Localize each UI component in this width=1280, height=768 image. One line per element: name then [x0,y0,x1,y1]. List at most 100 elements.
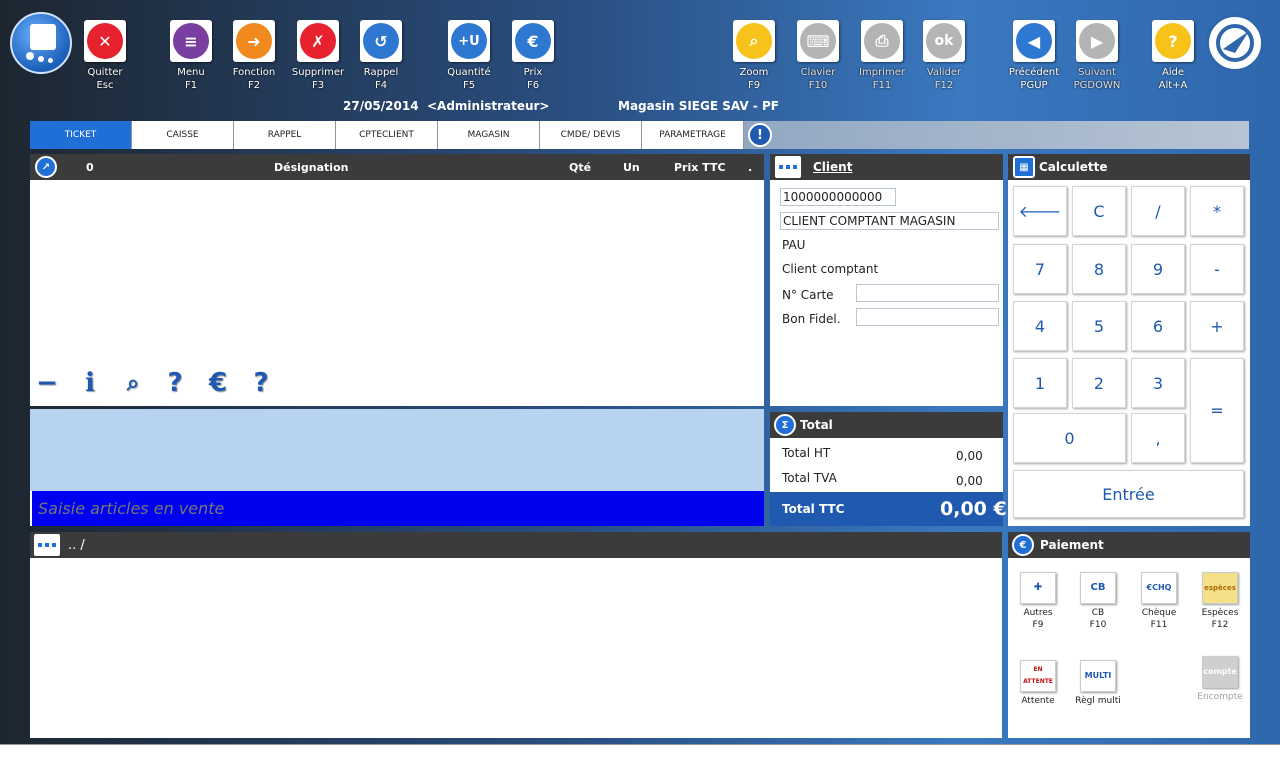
fidel-voucher-input[interactable] [856,308,999,326]
calc-clear-button[interactable]: C [1072,186,1126,236]
euro-net-icon[interactable]: € [203,368,233,398]
tab-cpteclient[interactable]: CPTECLIENT [336,121,438,149]
calc-6-button[interactable]: 6 [1131,301,1185,351]
info-icon[interactable]: ℹ [75,368,105,398]
col-dot: . [748,161,753,174]
client-name-input[interactable] [780,212,999,230]
minus-icon[interactable]: − [32,368,62,398]
alert-icon[interactable]: ! [748,123,772,147]
ticket-preview [30,409,764,491]
pay-check-button[interactable]: €CHQ Chèque F11 [1131,572,1187,631]
calc-multiply-button[interactable]: * [1190,186,1244,236]
calc-enter-button[interactable]: Entrée [1013,470,1244,518]
pay-waiting-button[interactable]: EN ATTENTE Attente [1010,660,1066,707]
menu-button[interactable]: ≡ Menu F1 [156,20,226,92]
calc-plus-button[interactable]: + [1190,301,1244,351]
calc-9-button[interactable]: 9 [1131,244,1185,294]
delete-button[interactable]: ✗ Supprimer F3 [283,20,353,92]
menu-icon: ≡ [173,23,209,59]
current-path[interactable]: .. / [68,538,85,553]
calc-7-button[interactable]: 7 [1013,244,1067,294]
account-icon: compte [1202,656,1238,688]
client-code-input[interactable] [780,188,896,206]
pay-account-button[interactable]: compte Encompte [1190,656,1250,703]
total-tva-value: 0,00 [956,474,983,488]
current-date: 27/05/2014 [343,99,419,113]
tab-rappel[interactable]: RAPPEL [234,121,336,149]
ticket-icon[interactable]: ↗ [35,156,57,178]
calc-comma-button[interactable]: , [1131,413,1185,463]
tab-ticket[interactable]: TICKET [30,121,132,149]
client-title[interactable]: Client [813,160,852,174]
quantity-button[interactable]: +U Quantité F5 [434,20,504,92]
total-ht-value: 0,00 [956,449,983,463]
calc-5-button[interactable]: 5 [1072,301,1126,351]
waiting-icon: EN ATTENTE [1020,660,1056,692]
pay-shortcut: F10 [1089,620,1107,630]
function-button[interactable]: ➜ Fonction F2 [219,20,289,92]
validate-button[interactable]: ok Valider F12 [909,20,979,92]
col-price-ttc[interactable]: Prix TTC [674,161,726,174]
calc-backspace-button[interactable]: 🡐 [1013,186,1067,236]
button-label: Fonction [232,67,276,78]
zoom-button[interactable]: ⌕ Zoom F9 [719,20,789,92]
calc-1-button[interactable]: 1 [1013,358,1067,408]
button-label: Suivant [1078,67,1116,78]
calc-0-button[interactable]: 0 [1013,413,1126,463]
recall-button[interactable]: ↺ Rappel F4 [346,20,416,92]
more-icon[interactable] [34,534,60,556]
next-button[interactable]: ▶ Suivant PGDOWN [1062,20,1132,92]
total-tva-label: Total TVA [782,471,837,485]
calc-4-button[interactable]: 4 [1013,301,1067,351]
button-label: Quantité [447,67,491,78]
card-number-input[interactable] [856,284,999,302]
help-icon[interactable]: ? [246,368,276,398]
keyboard-button[interactable]: ⌨ Clavier F10 [783,20,853,92]
calc-divide-button[interactable]: / [1131,186,1185,236]
calc-2-button[interactable]: 2 [1072,358,1126,408]
check-icon: €CHQ [1141,572,1177,604]
pay-shortcut: F11 [1150,620,1168,630]
price-button[interactable]: € Prix F6 [498,20,568,92]
col-qty[interactable]: Qté [569,161,591,174]
search-icon[interactable]: ⌕ [118,368,148,398]
tab-parametrage[interactable]: PARAMETRAGE [642,121,744,149]
tab-magasin[interactable]: MAGASIN [438,121,540,149]
total-ttc-label: Total TTC [782,502,845,516]
more-icon[interactable] [775,156,801,178]
multi-payment-icon: MULTI [1080,660,1116,692]
calculator-title: Calculette [1039,160,1108,174]
calc-3-button[interactable]: 3 [1131,358,1185,408]
button-label: Clavier [800,67,836,78]
pay-cash-button[interactable]: espèces Espèces F12 [1192,572,1248,631]
article-entry-input[interactable] [30,491,764,526]
pay-multi-button[interactable]: MULTI Règl multi [1070,660,1126,707]
pay-card-button[interactable]: CB CB F10 [1070,572,1126,631]
help-button[interactable]: ? Aide Alt+A [1138,20,1208,92]
pay-other-button[interactable]: ✚ Autres F9 [1010,572,1066,631]
pay-label: Encompte [1197,692,1243,702]
pay-label: CB [1091,608,1105,618]
button-shortcut: F3 [311,80,325,91]
calc-8-button[interactable]: 8 [1072,244,1126,294]
app-logo[interactable] [10,12,72,74]
print-button[interactable]: ⎙ Imprimer F11 [847,20,917,92]
quit-button[interactable]: ✕ Quitter Esc [70,20,140,92]
brand-logo [1206,14,1264,72]
ticket-header: ↗ 0 Désignation Qté Un Prix TTC . [30,154,764,180]
calc-equals-button[interactable]: = [1190,358,1244,463]
calc-minus-button[interactable]: - [1190,244,1244,294]
col-designation[interactable]: Désignation [274,161,348,174]
quit-icon: ✕ [87,23,123,59]
button-label: Zoom [739,67,769,78]
recall-icon: ↺ [363,23,399,59]
button-label: Aide [1161,67,1185,78]
euro-icon: € [515,23,551,59]
col-unit[interactable]: Un [623,161,640,174]
function-icon: ➜ [236,23,272,59]
help-icon[interactable]: ? [160,368,190,398]
previous-button[interactable]: ◀ Précédent PGUP [999,20,1069,92]
browser-area[interactable] [30,558,1002,738]
tab-cmde-devis[interactable]: CMDE/ DEVIS [540,121,642,149]
tab-caisse[interactable]: CAISSE [132,121,234,149]
